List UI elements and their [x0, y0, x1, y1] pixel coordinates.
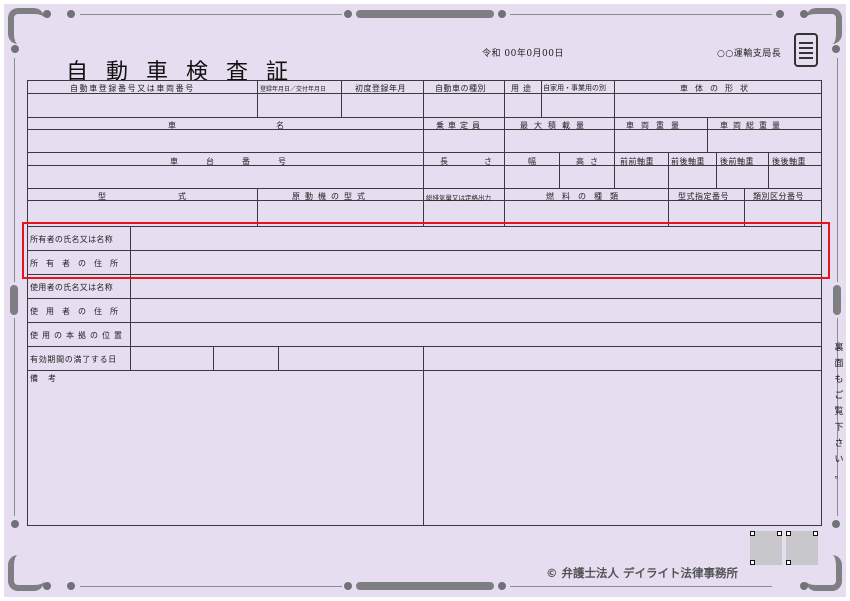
frame-dot — [344, 582, 352, 590]
frame-capsule — [356, 10, 494, 18]
frame-dot — [67, 10, 75, 18]
qr-code-icon — [750, 531, 782, 565]
frame-rule — [80, 14, 342, 15]
label-user-name: 使用者の氏名又は名称 — [30, 283, 113, 292]
label-front-rear-axle: 前後軸重 — [671, 157, 705, 166]
label-registration-date: 登録年月日／交付年月日 — [260, 86, 327, 93]
frame-rule — [510, 14, 772, 15]
frame-rule — [80, 586, 342, 587]
frame-rule — [14, 58, 15, 282]
label-remarks: 備考 — [30, 374, 66, 383]
table-rule — [559, 152, 560, 188]
frame-dot — [43, 10, 51, 18]
table-rule — [668, 152, 669, 188]
label-rear-rear-axle: 後後軸重 — [772, 157, 806, 166]
table-rule — [707, 117, 708, 152]
document-title: 自動車検査証 — [66, 60, 307, 85]
label-vehicle-class: 自動車の種別 — [435, 84, 486, 93]
label-private-business: 自家用・事業用の別 — [543, 84, 606, 92]
table-rule — [27, 188, 822, 189]
label-expiry-date: 有効期間の満了する日 — [30, 355, 117, 364]
table-rule — [541, 80, 542, 117]
issue-date: 令和 00年0月00日 — [482, 49, 564, 59]
frame-dot — [776, 10, 784, 18]
label-body-shape: 車体の形状 — [680, 84, 755, 93]
table-rule — [27, 129, 822, 130]
table-border-right — [821, 80, 822, 525]
table-rule — [27, 117, 822, 118]
table-rule — [27, 370, 822, 371]
label-base-location: 使用の本拠の位置 — [30, 331, 126, 340]
label-front-front-axle: 前前軸重 — [620, 157, 654, 166]
table-rule — [213, 346, 214, 370]
table-rule — [27, 322, 822, 323]
label-user-address: 使用者の住所 — [30, 307, 126, 316]
frame-dot — [832, 45, 840, 53]
frame-dot — [344, 10, 352, 18]
label-category-number: 類別区分番号 — [753, 192, 804, 201]
back-side-note: 裏面もご覧下さい。 — [834, 343, 844, 481]
frame-dot — [43, 582, 51, 590]
label-model-designation-number: 型式指定番号 — [678, 192, 729, 201]
table-rule — [27, 298, 822, 299]
frame-capsule — [10, 285, 18, 315]
label-car-name: 車名 — [168, 121, 384, 130]
table-rule — [614, 117, 615, 188]
table-rule — [716, 152, 717, 188]
frame-corner-top-left — [8, 8, 44, 44]
table-rule — [257, 80, 258, 117]
label-capacity: 乗車定員 — [436, 121, 484, 130]
issuing-office: ○○運輸支局長 — [717, 49, 782, 59]
table-rule — [504, 117, 505, 188]
label-registration-number: 自動車登録番号又は車両番号 — [70, 84, 195, 93]
label-chassis-number: 車台番号 — [170, 157, 314, 166]
frame-capsule — [356, 582, 494, 590]
label-length: 長さ — [440, 157, 528, 166]
table-border-bottom — [27, 525, 822, 526]
label-max-load: 最大積載量 — [520, 121, 590, 130]
label-vehicle-weight: 車両重量 — [626, 121, 686, 130]
label-height: 高さ — [576, 157, 604, 166]
table-rule — [27, 346, 822, 347]
label-rear-front-axle: 後前軸重 — [720, 157, 754, 166]
frame-dot — [832, 520, 840, 528]
frame-dot — [498, 582, 506, 590]
frame-rule — [837, 58, 838, 282]
table-rule — [504, 188, 505, 226]
label-displacement: 総排気量又は定格出力 — [426, 194, 491, 202]
table-border-left — [27, 80, 28, 525]
frame-dot — [11, 520, 19, 528]
label-first-registration: 初度登録年月 — [355, 84, 406, 93]
table-rule — [27, 152, 822, 153]
table-rule — [668, 188, 669, 226]
label-model: 型式 — [98, 192, 258, 201]
label-fuel-type: 燃料の種類 — [546, 192, 626, 201]
frame-rule — [14, 318, 15, 516]
frame-dot — [67, 582, 75, 590]
official-seal-icon — [794, 33, 818, 67]
copyright-watermark: © 弁護士法人 デイライト法律事務所 — [546, 566, 739, 580]
table-rule — [423, 346, 424, 525]
table-rule — [744, 188, 745, 226]
frame-dot — [498, 10, 506, 18]
frame-capsule — [833, 285, 841, 315]
table-border-top — [27, 80, 822, 81]
table-rule — [768, 152, 769, 188]
label-usage: 用途 — [511, 84, 535, 93]
table-rule — [341, 80, 342, 117]
frame-dot — [800, 582, 808, 590]
table-rule — [614, 80, 615, 117]
frame-dot — [800, 10, 808, 18]
table-rule — [423, 80, 424, 226]
frame-rule — [510, 586, 772, 587]
label-engine-model: 原動機の型式 — [292, 192, 370, 201]
frame-corner-bottom-left — [8, 555, 44, 591]
table-rule — [504, 80, 505, 117]
qr-code-icon — [786, 531, 818, 565]
label-gross-weight: 車両総重量 — [720, 121, 785, 130]
owner-highlight-box — [22, 222, 830, 279]
table-rule — [278, 346, 279, 370]
frame-dot — [11, 45, 19, 53]
label-width: 幅 — [528, 157, 537, 166]
